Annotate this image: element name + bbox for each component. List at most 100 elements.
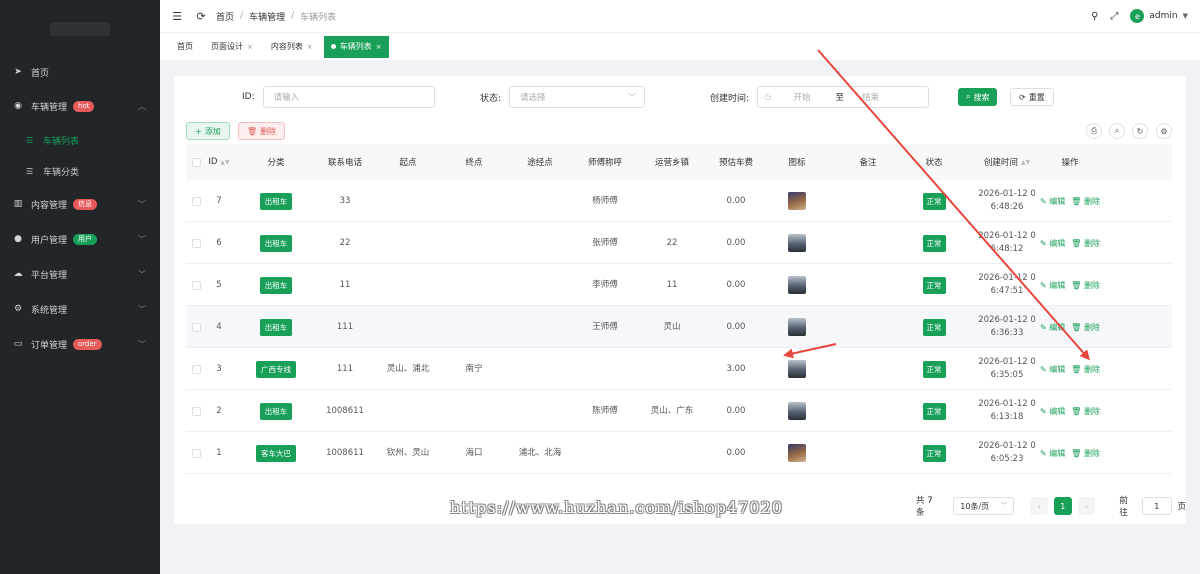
chevron-icon: ﹀ (138, 234, 146, 244)
fullscreen-icon[interactable]: ⤢ (1110, 11, 1118, 22)
watermark: https://www.huzhan.com/ishop47020 (450, 498, 783, 517)
chevron-icon: ﹀ (138, 339, 146, 349)
row-checkbox[interactable] (186, 390, 206, 432)
sidebar-item-4[interactable]: ☁ 平台管理 ﹀ (0, 262, 160, 286)
column-header[interactable]: 创建时间 ▲▼ (972, 144, 1042, 180)
goto-page-input[interactable]: 1 (1142, 497, 1172, 515)
sidebar-item-label: 用户管理 (31, 235, 68, 246)
refresh-icon[interactable]: ↻ (1132, 123, 1148, 139)
driver-cell (575, 432, 635, 474)
edit-button[interactable]: ✎ 编辑 (1040, 237, 1065, 250)
edit-button[interactable]: ✎ 编辑 (1040, 321, 1065, 334)
page-size-select[interactable]: 10条/页 ﹀ (953, 497, 1015, 515)
vehicle-thumbnail[interactable] (788, 234, 806, 252)
trash-icon: 🗑 (247, 126, 258, 136)
edit-button[interactable]: ✎ 编辑 (1040, 195, 1065, 208)
edit-button[interactable]: ✎ 编辑 (1040, 279, 1065, 292)
settings-icon[interactable]: ⚙ (1156, 123, 1172, 139)
column-header: 途经点 (527, 158, 553, 168)
select-all-checkbox[interactable] (186, 144, 206, 180)
reset-button[interactable]: ⟳ 重置 (1010, 88, 1054, 106)
phone-cell: 1008611 (326, 447, 364, 458)
row-checkbox[interactable] (186, 348, 206, 390)
vehicle-thumbnail[interactable] (788, 360, 806, 378)
search-icon[interactable]: ⚲ (1091, 11, 1098, 22)
close-icon[interactable]: × (376, 43, 382, 51)
date-range-picker[interactable]: ◷ 开始 至 结束 (757, 86, 930, 108)
row-checkbox[interactable] (186, 180, 206, 222)
delete-button[interactable]: 🗑 删除 (1071, 447, 1100, 460)
user-menu[interactable]: e admin ▼ (1130, 9, 1188, 23)
sidebar-item-5[interactable]: ⚙ 系统管理 ﹀ (0, 297, 160, 321)
sidebar-subitem-label: 车辆分类 (43, 167, 80, 178)
delete-button[interactable]: 🗑 删除 (1071, 321, 1100, 334)
main-card: ID: 请输入 状态: 请选择 ﹀ 创建时间: ◷ 开始 至 结束 ⌕ 搜索 ⟳ 重置… (174, 76, 1186, 524)
delete-button[interactable]: 🗑 删除 (1071, 279, 1100, 292)
user-icon: ● (14, 234, 22, 244)
edit-button[interactable]: ✎ 编辑 (1040, 447, 1065, 460)
category-tag: 出租车 (259, 402, 293, 420)
sidebar-item-2[interactable]: ▥ 内容管理 信息 ﹀ (0, 192, 160, 216)
delete-button[interactable]: 🗑 删除 (1071, 195, 1100, 208)
icon-cell (772, 222, 822, 264)
list-icon: ☰ (26, 135, 34, 145)
batch-delete-button[interactable]: 🗑 删除 (238, 122, 286, 140)
end-date-input[interactable]: 结束 (862, 91, 879, 103)
delete-button[interactable]: 🗑 删除 (1071, 363, 1100, 376)
tab-3[interactable]: 车辆列表 × (323, 35, 389, 58)
town-cell: 22 (666, 237, 678, 248)
search-toggle-icon[interactable]: ⌕ (1109, 123, 1125, 139)
sidebar-subitem-label: 车辆列表 (43, 136, 80, 147)
sort-icon[interactable]: ▲▼ (220, 159, 229, 166)
sidebar-item-0[interactable]: ➤ 首页 (0, 60, 160, 84)
tab-0[interactable]: 首页 (170, 36, 200, 58)
delete-button[interactable]: 🗑 删除 (1071, 237, 1100, 250)
edit-button[interactable]: ✎ 编辑 (1040, 363, 1065, 376)
start-cell (378, 390, 438, 432)
sidebar-badge: 信息 (73, 198, 98, 210)
edit-button[interactable]: ✎ 编辑 (1040, 405, 1065, 418)
breadcrumb-home[interactable]: 首页 (216, 10, 234, 23)
vehicle-thumbnail[interactable] (788, 192, 806, 210)
row-checkbox[interactable] (186, 264, 206, 306)
sidebar-subitem-1[interactable]: ☰ 车辆分类 (0, 159, 160, 183)
table-row: 4 出租车 111 王师傅 灵山 0.00 正常 2026-01-12 0 6:36:33 ✎ 编… (186, 306, 1172, 348)
tab-2[interactable]: 内容列表 × (264, 36, 320, 58)
vehicle-thumbnail[interactable] (788, 444, 806, 462)
row-checkbox[interactable] (186, 222, 206, 264)
status-select[interactable]: 请选择 ﹀ (509, 86, 646, 108)
sidebar-item-1[interactable]: ◉ 车辆管理 hot ︿ (0, 94, 160, 118)
page-number-button[interactable]: 1 (1054, 497, 1072, 515)
row-checkbox[interactable] (186, 432, 206, 474)
id-input[interactable]: 请输入 (262, 86, 435, 108)
column-header: 状态 (925, 158, 943, 168)
refresh-icon[interactable]: ⟳ (194, 10, 208, 23)
vehicle-thumbnail[interactable] (788, 402, 806, 420)
sidebar-subitem-0[interactable]: ☰ 车辆列表 (0, 128, 160, 152)
vehicle-thumbnail[interactable] (788, 276, 806, 294)
search-button[interactable]: ⌕ 搜索 (958, 88, 998, 106)
column-header[interactable]: ID ▲▼ (204, 144, 234, 180)
vehicle-thumbnail[interactable] (788, 318, 806, 336)
sidebar-item-3[interactable]: ● 用户管理 用户 ﹀ (0, 227, 160, 251)
start-cell (378, 264, 438, 306)
tab-1[interactable]: 页面设计 × (204, 36, 260, 58)
status-badge: 正常 (922, 402, 946, 420)
start-date-input[interactable]: 开始 (793, 91, 821, 103)
sort-icon[interactable]: ▲▼ (1021, 159, 1030, 166)
menu-fold-icon[interactable]: ☰ (170, 10, 184, 23)
delete-button[interactable]: 🗑 删除 (1071, 405, 1100, 418)
start-cell: 灵山、浦北 (386, 363, 430, 374)
close-icon[interactable]: × (247, 43, 253, 51)
add-button[interactable]: + 添加 (186, 122, 230, 140)
sidebar-item-6[interactable]: ▭ 订单管理 order ﹀ (0, 332, 160, 356)
category-tag: 出租车 (259, 276, 293, 294)
row-checkbox[interactable] (186, 306, 206, 348)
next-page-button[interactable]: › (1077, 497, 1096, 515)
table-header: ID ▲▼ 分类 联系电话 起点 终点 途经点 师傅称呼 运营乡镇 预估车费 图标 备注 状态 创建时间 ▲… (186, 144, 1172, 180)
close-icon[interactable]: × (307, 43, 313, 51)
prev-page-button[interactable]: ‹ (1030, 497, 1048, 515)
print-icon[interactable]: ⎙ (1086, 123, 1102, 139)
breadcrumb-vehicle-manage[interactable]: 车辆管理 (249, 10, 285, 23)
category-cell: 广西专线 (251, 348, 301, 390)
